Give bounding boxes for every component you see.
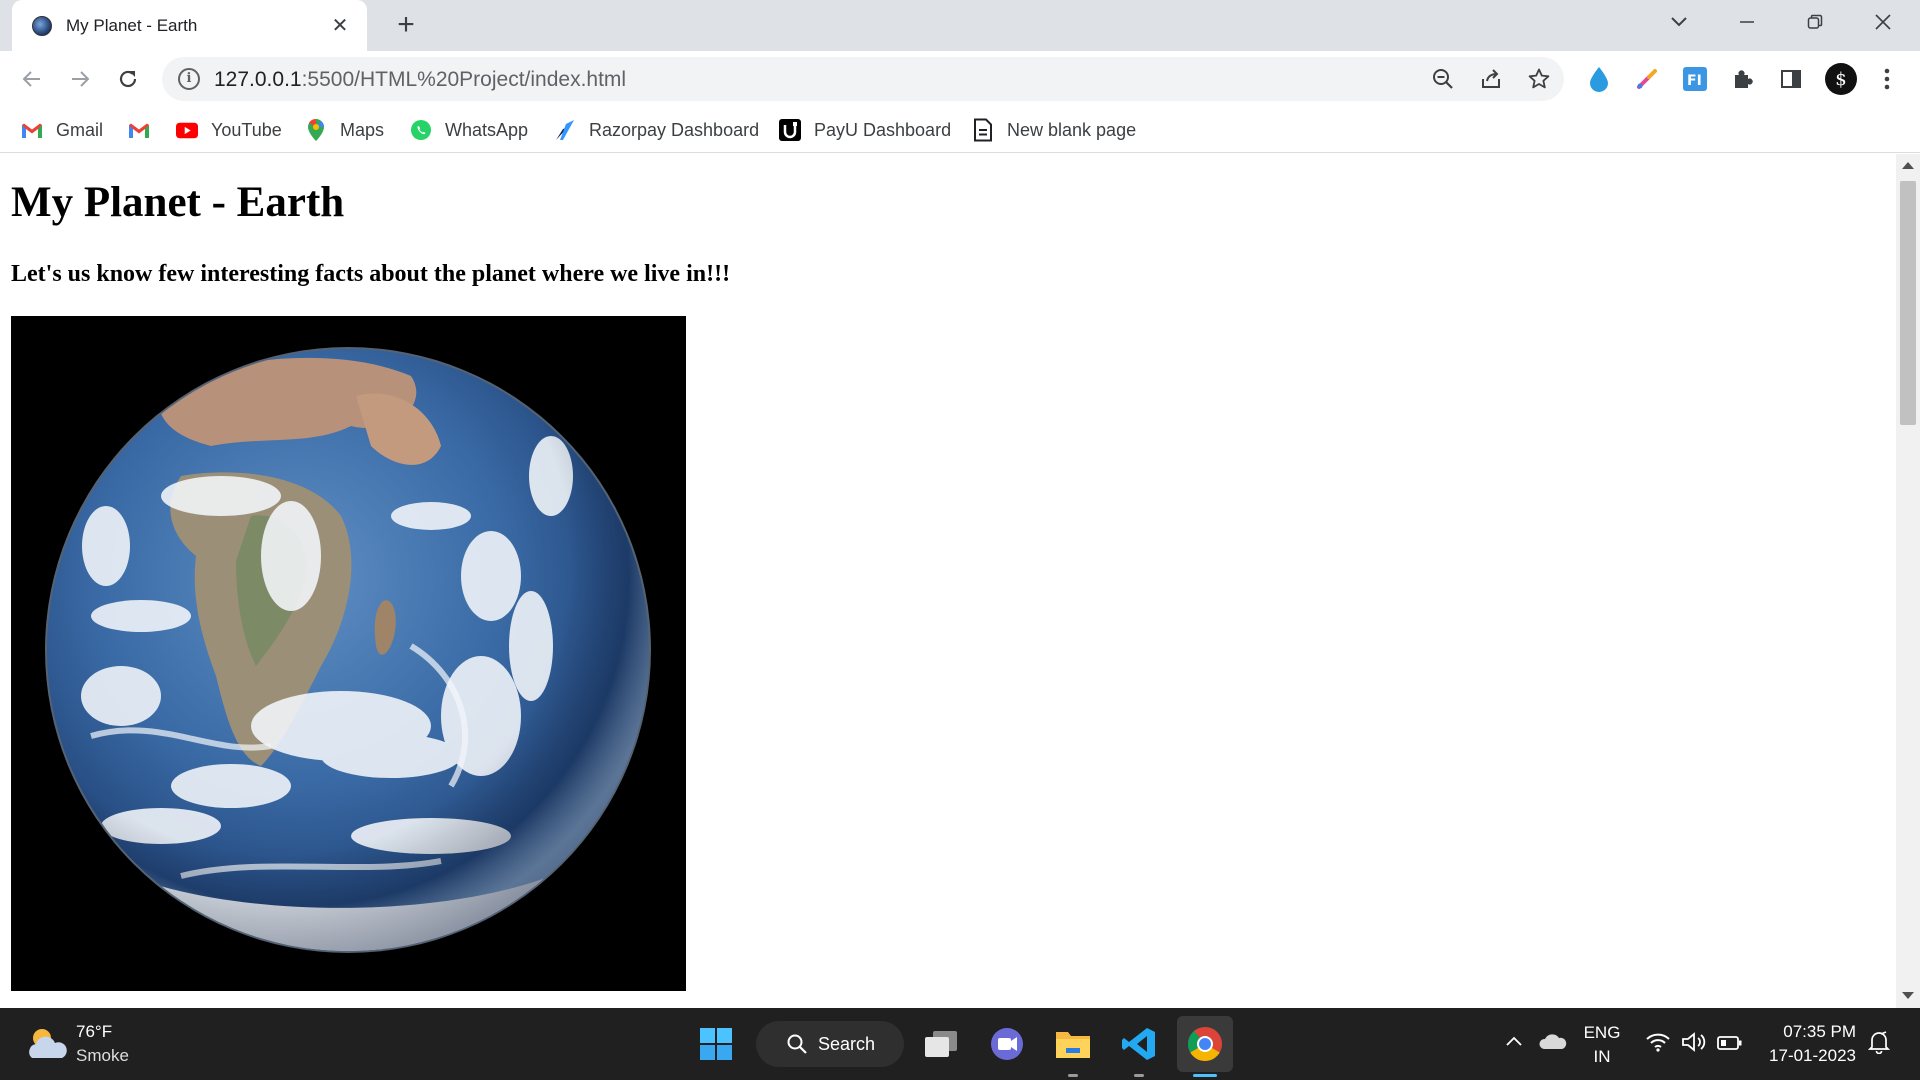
reload-icon[interactable] [110,61,146,97]
bookmark-maps[interactable]: Maps [305,117,384,143]
wifi-icon[interactable] [1646,1032,1670,1057]
weather-description[interactable]: Smoke [76,1046,129,1066]
new-tab-button[interactable]: + [390,10,422,42]
bookmark-label: PayU Dashboard [814,119,952,140]
scrollbar-thumb[interactable] [1900,181,1916,425]
url-path: :5500/HTML%20Project/index.html [301,68,627,91]
bookmark-gmail-2[interactable] [128,117,163,143]
youtube-icon [176,119,198,141]
taskbar-search[interactable]: Search [756,1021,904,1067]
windows-start-icon[interactable] [688,1016,744,1072]
chrome-active-indicator [1193,1074,1217,1077]
notification-bell-icon[interactable] [1867,1030,1891,1059]
site-info-icon[interactable]: i [178,68,200,90]
window-close-icon[interactable] [1849,0,1917,44]
side-panel-icon[interactable] [1777,65,1805,93]
tab-active[interactable]: My Planet - Earth ✕ [12,0,367,51]
browser-toolbar: i 127.0.0.1:5500/HTML%20Project/index.ht… [0,51,1920,107]
taskbar: 76°F Smoke Search ENG IN 07:35 PM 17-01- [0,1008,1920,1080]
language-code[interactable]: ENG [1583,1023,1621,1043]
bookmark-youtube[interactable]: YouTube [176,117,282,143]
volume-icon[interactable] [1681,1031,1707,1058]
vscode-icon[interactable] [1111,1016,1167,1072]
share-icon[interactable] [1478,66,1504,92]
tab-search-chevron-down-icon[interactable] [1645,0,1713,44]
tab-strip: My Planet - Earth ✕ + [0,0,1920,51]
tab-close-icon[interactable]: ✕ [327,13,353,39]
bookmark-label: New blank page [1007,119,1137,140]
clock-date[interactable]: 17-01-2023 [1760,1046,1856,1066]
svg-text:FI: FI [1687,73,1702,89]
weather-cloud-sun-icon[interactable] [24,1024,68,1064]
earth-image [11,316,686,991]
language-region[interactable]: IN [1583,1047,1621,1067]
search-icon [787,1034,807,1054]
address-bar[interactable]: i 127.0.0.1:5500/HTML%20Project/index.ht… [162,57,1564,101]
bookmark-star-icon[interactable] [1526,66,1552,92]
gmail-icon [128,119,150,141]
menu-kebab-icon[interactable] [1873,65,1901,93]
bookmark-label: Razorpay Dashboard [589,119,760,140]
show-hidden-icons-chevron-up-icon[interactable] [1505,1034,1523,1052]
color-picker-extension-icon[interactable] [1633,65,1661,93]
fi-extension-icon[interactable]: FI [1681,65,1709,93]
page-scrollbar[interactable] [1896,154,1920,1008]
url-host: 127.0.0.1 [214,68,302,91]
bookmark-new-blank-page[interactable]: New blank page [972,117,1136,143]
minimize-icon[interactable] [1713,0,1781,44]
razorpay-icon [554,119,576,141]
file-explorer-icon[interactable] [1045,1016,1101,1072]
scroll-down-arrow-icon[interactable] [1902,992,1914,999]
payu-icon [779,119,801,141]
document-icon [972,118,994,142]
whatsapp-icon [410,119,432,141]
bookmark-gmail[interactable]: Gmail [21,117,103,143]
restore-icon[interactable] [1781,0,1849,44]
page-title: My Planet - Earth [11,179,345,226]
bookmark-payu[interactable]: PayU Dashboard [779,117,951,143]
gmail-icon [21,119,43,141]
maps-icon [305,118,327,141]
page-viewport: My Planet - Earth Let's us know few inte… [0,154,1896,1008]
bookmark-label: YouTube [211,119,282,140]
bookmark-label: Maps [340,119,385,140]
earth-icon [32,15,52,36]
profile-avatar[interactable]: $ [1825,63,1857,95]
bookmarks-bar: Gmail YouTube Maps WhatsApp Razorpay Das… [0,107,1920,153]
taskbar-search-label: Search [818,1033,876,1054]
forward-icon[interactable] [62,61,98,97]
page-subtitle: Let's us know few interesting facts abou… [11,261,731,287]
bookmark-label: WhatsApp [445,119,529,140]
water-drop-extension-icon[interactable] [1585,65,1613,93]
extensions-puzzle-icon[interactable] [1729,65,1757,93]
address-url[interactable]: 127.0.0.1:5500/HTML%20Project/index.html [214,68,626,92]
task-view-icon[interactable] [913,1016,969,1072]
battery-icon[interactable] [1717,1035,1743,1056]
scroll-up-arrow-icon[interactable] [1902,162,1914,169]
weather-temperature[interactable]: 76°F [76,1022,112,1042]
onedrive-cloud-icon[interactable] [1539,1032,1567,1055]
clock-time[interactable]: 07:35 PM [1760,1022,1856,1042]
vscode-running-indicator [1134,1074,1144,1077]
bookmark-whatsapp[interactable]: WhatsApp [410,117,528,143]
zoom-out-icon[interactable] [1430,66,1456,92]
file-explorer-running-indicator [1068,1074,1078,1077]
back-icon[interactable] [14,61,50,97]
chrome-icon[interactable] [1177,1016,1233,1072]
bookmark-label: Gmail [56,119,104,140]
teams-chat-icon[interactable] [979,1016,1035,1072]
tab-title: My Planet - Earth [66,15,198,35]
bookmark-razorpay[interactable]: Razorpay Dashboard [554,117,759,143]
